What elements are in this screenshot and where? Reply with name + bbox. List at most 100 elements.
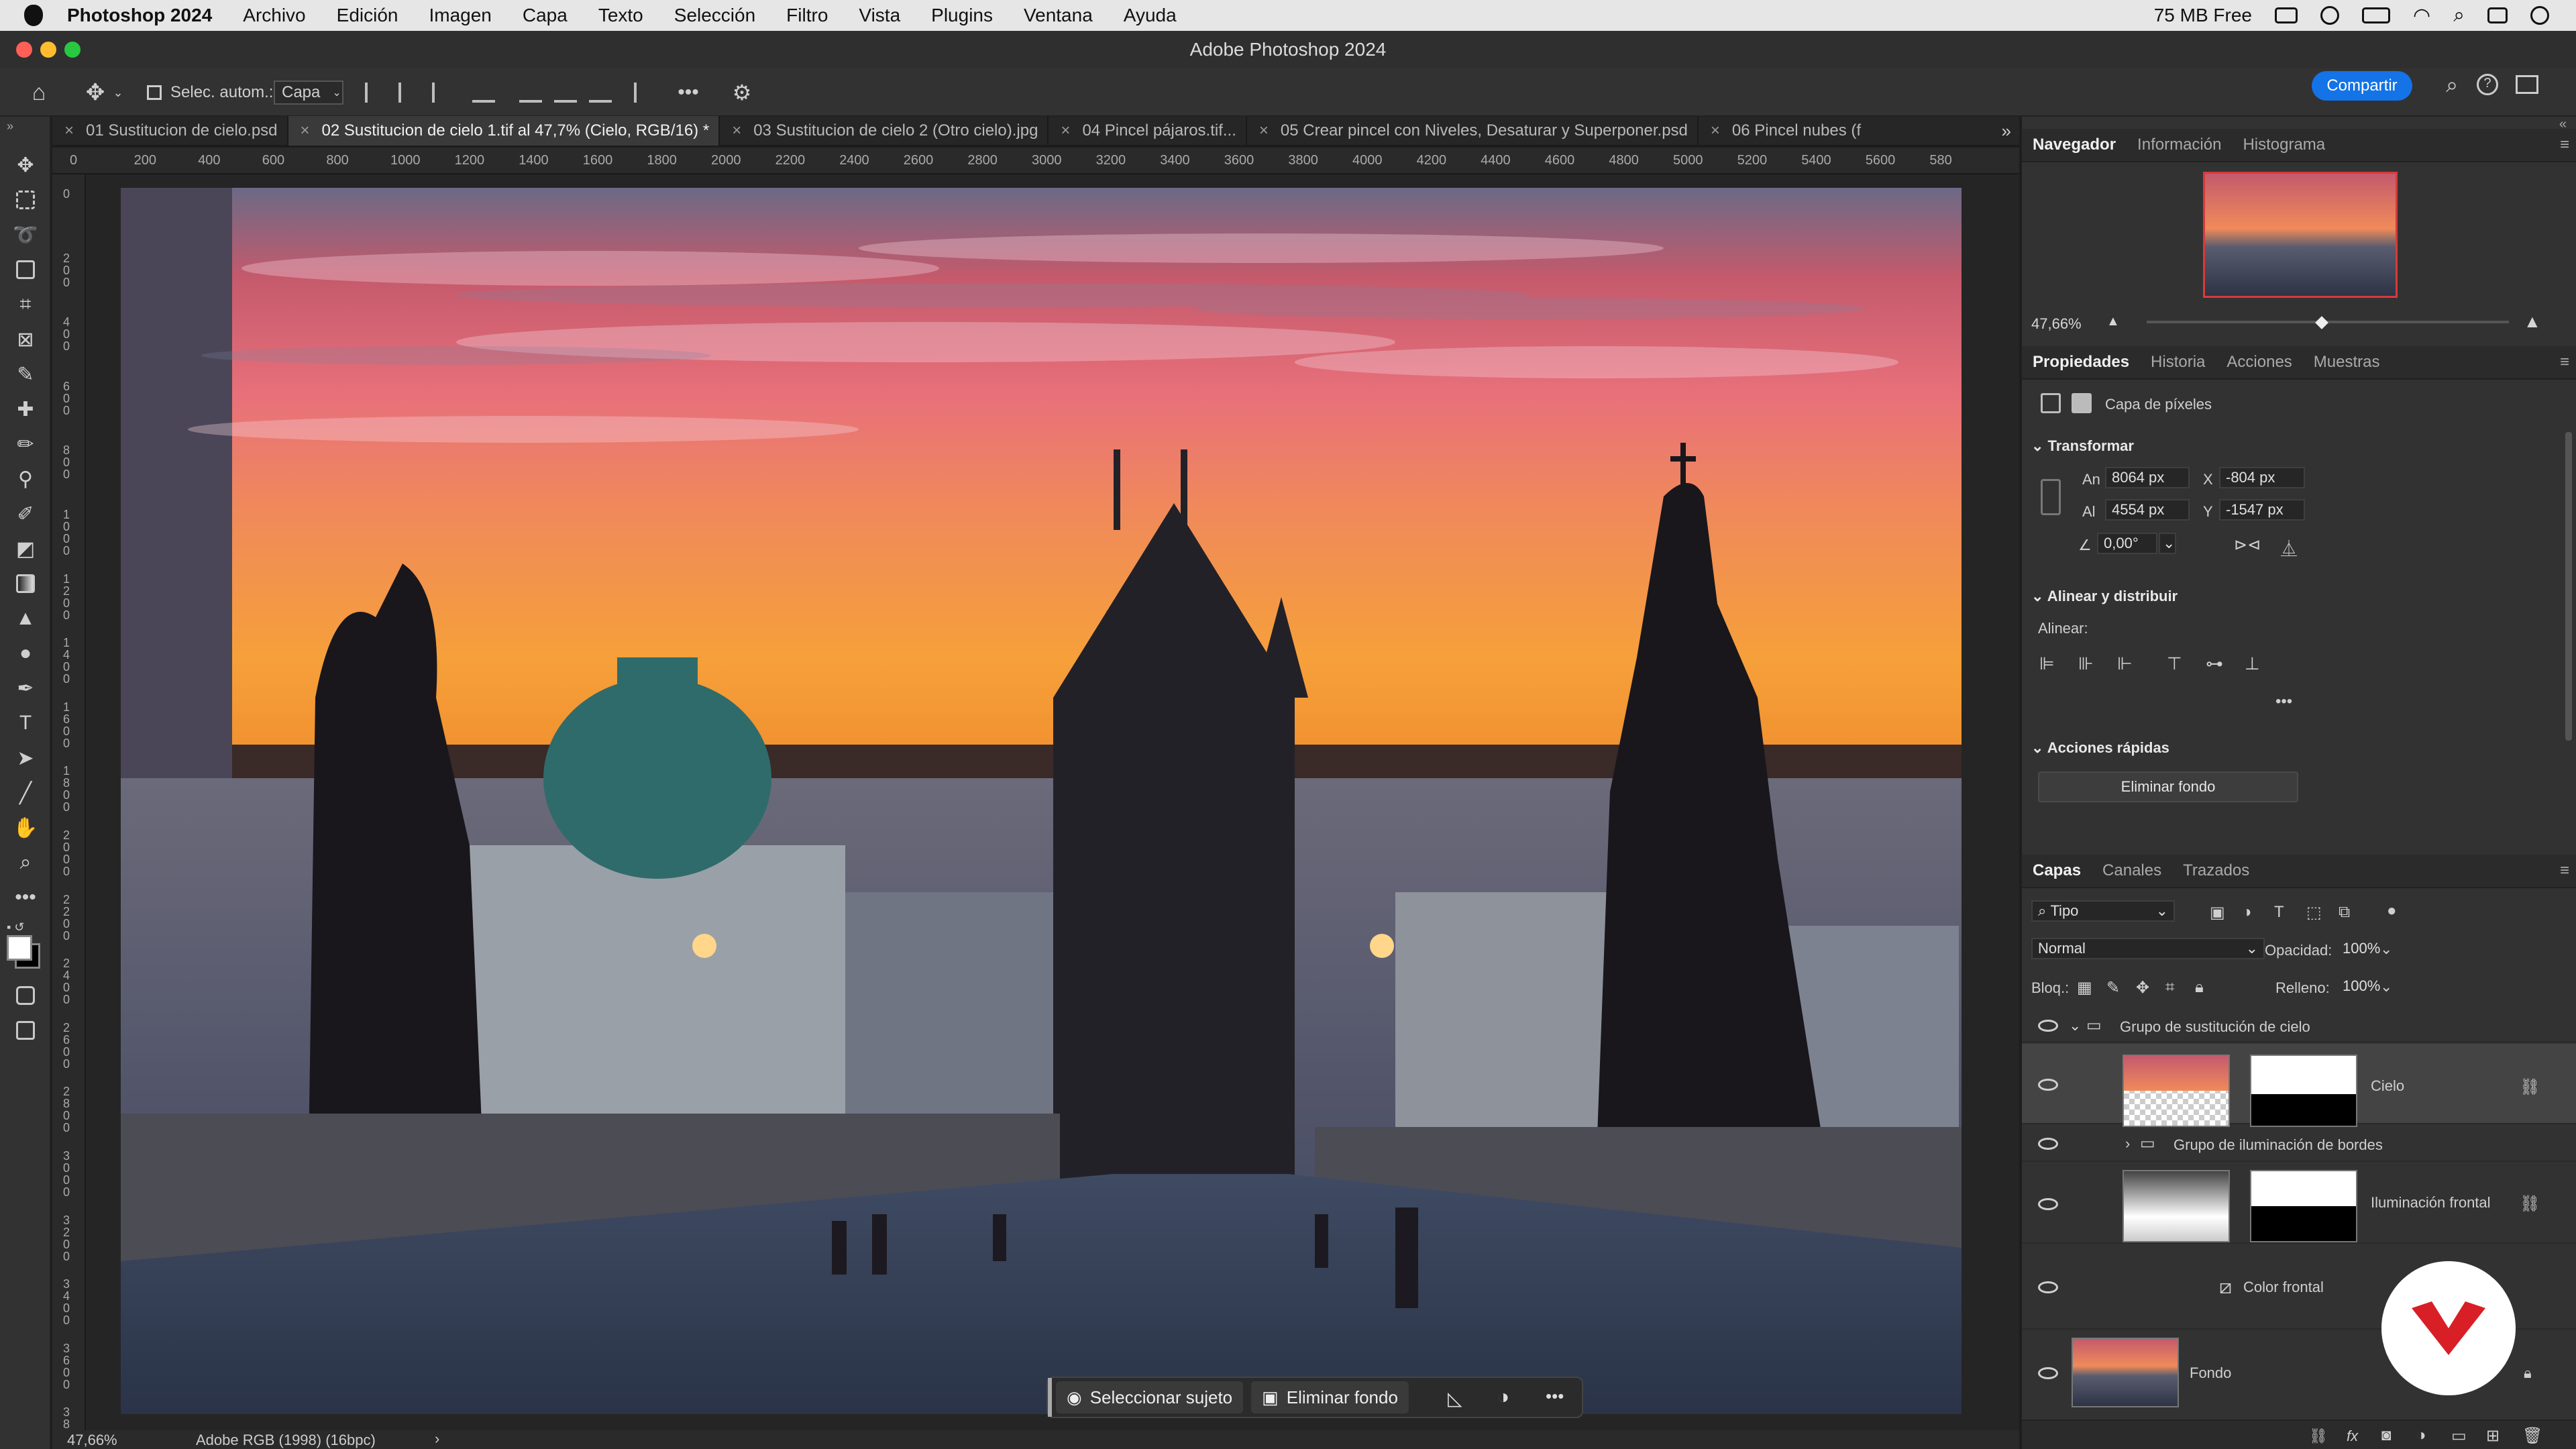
layer-thumbnail[interactable] <box>2123 1055 2230 1127</box>
tab-document-05[interactable]: × 05 Crear pincel con Niveles, Desaturar … <box>1247 116 1699 146</box>
tab-document-04[interactable]: × 04 Pincel pájaros.tif... <box>1049 116 1247 146</box>
layer-row-group-edges[interactable]: › ▭ Grupo de iluminación de bordes <box>2022 1126 2576 1162</box>
foreground-color-swatch[interactable] <box>7 935 32 961</box>
history-brush-tool-icon[interactable]: ✐ <box>12 500 39 527</box>
move-tool-icon[interactable]: ✥ <box>82 80 109 105</box>
visibility-eye-icon[interactable] <box>2038 1079 2058 1091</box>
auto-select-checkbox[interactable] <box>146 80 162 105</box>
transform-icon[interactable]: ◺ <box>1448 1387 1462 1409</box>
move-tool-icon[interactable]: ✥ <box>12 152 39 178</box>
link-icon[interactable]: ⛓ <box>2520 1077 2540 1097</box>
fx-icon[interactable]: fx <box>2347 1428 2358 1445</box>
tab-navegador[interactable]: Navegador <box>2022 136 2127 154</box>
layer-filter-select[interactable]: ⌕ Tipo ⌄ <box>2031 900 2175 922</box>
fill-dropdown-icon[interactable]: ⌄ <box>2380 978 2392 996</box>
link-icon[interactable]: ⛓ <box>2520 1194 2540 1214</box>
zoom-tool-icon[interactable]: ⌕ <box>12 849 39 876</box>
home-icon[interactable]: ⌂ <box>25 80 52 105</box>
lock-position-icon[interactable]: ✥ <box>2136 978 2149 998</box>
screen-mode-icon[interactable] <box>12 1017 39 1044</box>
height-field[interactable]: 4554 px <box>2105 499 2190 521</box>
close-tab-icon[interactable]: × <box>732 121 741 140</box>
tab-document-03[interactable]: × 03 Sustitucion de cielo 2 (Otro cielo).… <box>720 116 1049 146</box>
align-top-icon[interactable]: ⊤ <box>2167 653 2182 674</box>
fill-field[interactable]: 100% <box>2336 975 2380 997</box>
help-icon[interactable]: ? <box>2477 74 2498 95</box>
minimize-window-button[interactable] <box>40 42 56 58</box>
more-options-icon[interactable]: ••• <box>675 80 702 105</box>
align-center-h-icon[interactable]: ⊪ <box>2078 653 2094 674</box>
lock-artboard-icon[interactable]: ⌗ <box>2165 978 2175 997</box>
workspace-icon[interactable] <box>2516 75 2538 94</box>
zoom-readout[interactable]: 47,66% <box>67 1432 117 1449</box>
healing-brush-tool-icon[interactable]: ✚ <box>12 396 39 423</box>
link-dimensions-icon[interactable] <box>2041 479 2061 515</box>
search-icon[interactable]: ⌕ <box>2453 4 2465 27</box>
layer-mask-icon[interactable] <box>2072 393 2092 413</box>
align-bottom-icon[interactable] <box>589 80 612 105</box>
x-field[interactable]: -804 px <box>2219 467 2305 488</box>
adjustment-icon[interactable]: ◑ <box>1497 1386 1509 1409</box>
layer-name[interactable]: Grupo de iluminación de bordes <box>2174 1136 2383 1154</box>
object-selection-tool-icon[interactable] <box>12 256 39 283</box>
share-button[interactable]: Compartir <box>2312 71 2412 101</box>
visibility-eye-icon[interactable] <box>2038 1138 2058 1150</box>
new-adjustment-icon[interactable]: ◑ <box>2416 1426 2426 1445</box>
status-chevron-icon[interactable]: › <box>435 1430 439 1448</box>
tab-document-06[interactable]: × 06 Pincel nubes (f <box>1699 116 1870 146</box>
expand-chevron-icon[interactable]: › <box>2125 1135 2130 1152</box>
filter-shape-icon[interactable]: ⬚ <box>2306 903 2322 922</box>
gradient-tool-icon[interactable] <box>12 570 39 597</box>
eraser-tool-icon[interactable]: ◩ <box>12 535 39 562</box>
more-tabs-icon[interactable]: » <box>2002 121 2011 142</box>
filter-type-icon[interactable]: T <box>2274 903 2284 922</box>
gear-icon[interactable]: ⚙ <box>729 80 755 105</box>
align-center-h-icon[interactable] <box>398 80 421 105</box>
opacity-field[interactable]: 100% <box>2336 938 2380 959</box>
layer-name[interactable]: Iluminación frontal <box>2371 1194 2491 1212</box>
collapse-toolbar-icon[interactable]: » <box>7 119 13 133</box>
menu-edicion[interactable]: Edición <box>337 5 398 26</box>
tab-muestras[interactable]: Muestras <box>2303 353 2391 372</box>
lock-pixels-icon[interactable]: ✎ <box>2106 978 2120 998</box>
brush-tool-icon[interactable]: ✏ <box>12 431 39 458</box>
visibility-eye-icon[interactable] <box>2038 1367 2058 1379</box>
align-middle-v-icon[interactable] <box>554 80 577 105</box>
layer-mask-thumbnail[interactable] <box>2250 1170 2357 1242</box>
lasso-tool-icon[interactable]: ➰ <box>12 221 39 248</box>
flip-horizontal-icon[interactable]: ⊳⊲ <box>2234 535 2261 555</box>
filter-adjustment-icon[interactable]: ◑ <box>2242 903 2252 922</box>
remove-background-button[interactable]: ▣ Eliminar fondo <box>1251 1381 1409 1413</box>
zoom-out-icon[interactable]: ▲ <box>2106 314 2120 329</box>
menu-archivo[interactable]: Archivo <box>243 5 305 26</box>
layer-name[interactable]: Fondo <box>2190 1364 2231 1382</box>
tab-trazados[interactable]: Trazados <box>2172 861 2260 880</box>
layer-thumbnail[interactable] <box>2123 1170 2230 1242</box>
tab-document-01[interactable]: × 01 Sustitucion de cielo.psd <box>52 116 288 146</box>
menu-capa[interactable]: Capa <box>523 5 568 26</box>
align-middle-v-icon[interactable]: ⊶ <box>2206 653 2223 674</box>
menu-vista[interactable]: Vista <box>859 5 900 26</box>
visibility-eye-icon[interactable] <box>2038 1281 2058 1293</box>
blend-mode-select[interactable]: Normal ⌄ <box>2031 938 2265 959</box>
visibility-eye-icon[interactable] <box>2038 1198 2058 1210</box>
lock-all-icon[interactable]: 🔒︎ <box>2195 978 2204 997</box>
filter-smart-object-icon[interactable]: ⧉ <box>2339 903 2350 922</box>
delete-layer-icon[interactable]: 🗑︎ <box>2522 1426 2542 1446</box>
apple-icon[interactable] <box>24 5 43 26</box>
zoom-in-icon[interactable]: ▲ <box>2524 311 2541 332</box>
tool-preset-chevron-icon[interactable]: ⌄ <box>110 80 126 105</box>
search-icon-ps[interactable]: ⌕ <box>2446 72 2458 98</box>
quick-mask-icon[interactable] <box>12 982 39 1009</box>
tab-propiedades[interactable]: Propiedades <box>2022 353 2140 372</box>
opacity-dropdown-icon[interactable]: ⌄ <box>2380 941 2392 958</box>
align-top-icon[interactable] <box>519 80 542 105</box>
layer-name[interactable]: Color frontal <box>2243 1279 2324 1296</box>
angle-dropdown[interactable]: ⌄ <box>2159 533 2176 554</box>
tab-historia[interactable]: Historia <box>2140 353 2216 372</box>
visibility-eye-icon[interactable] <box>2038 1020 2058 1032</box>
menu-ventana[interactable]: Ventana <box>1024 5 1093 26</box>
angle-field[interactable]: 0,00° <box>2097 533 2157 554</box>
layer-row-cielo[interactable]: Cielo ⛓ <box>2022 1044 2576 1127</box>
distribute-v-icon[interactable] <box>631 80 644 105</box>
